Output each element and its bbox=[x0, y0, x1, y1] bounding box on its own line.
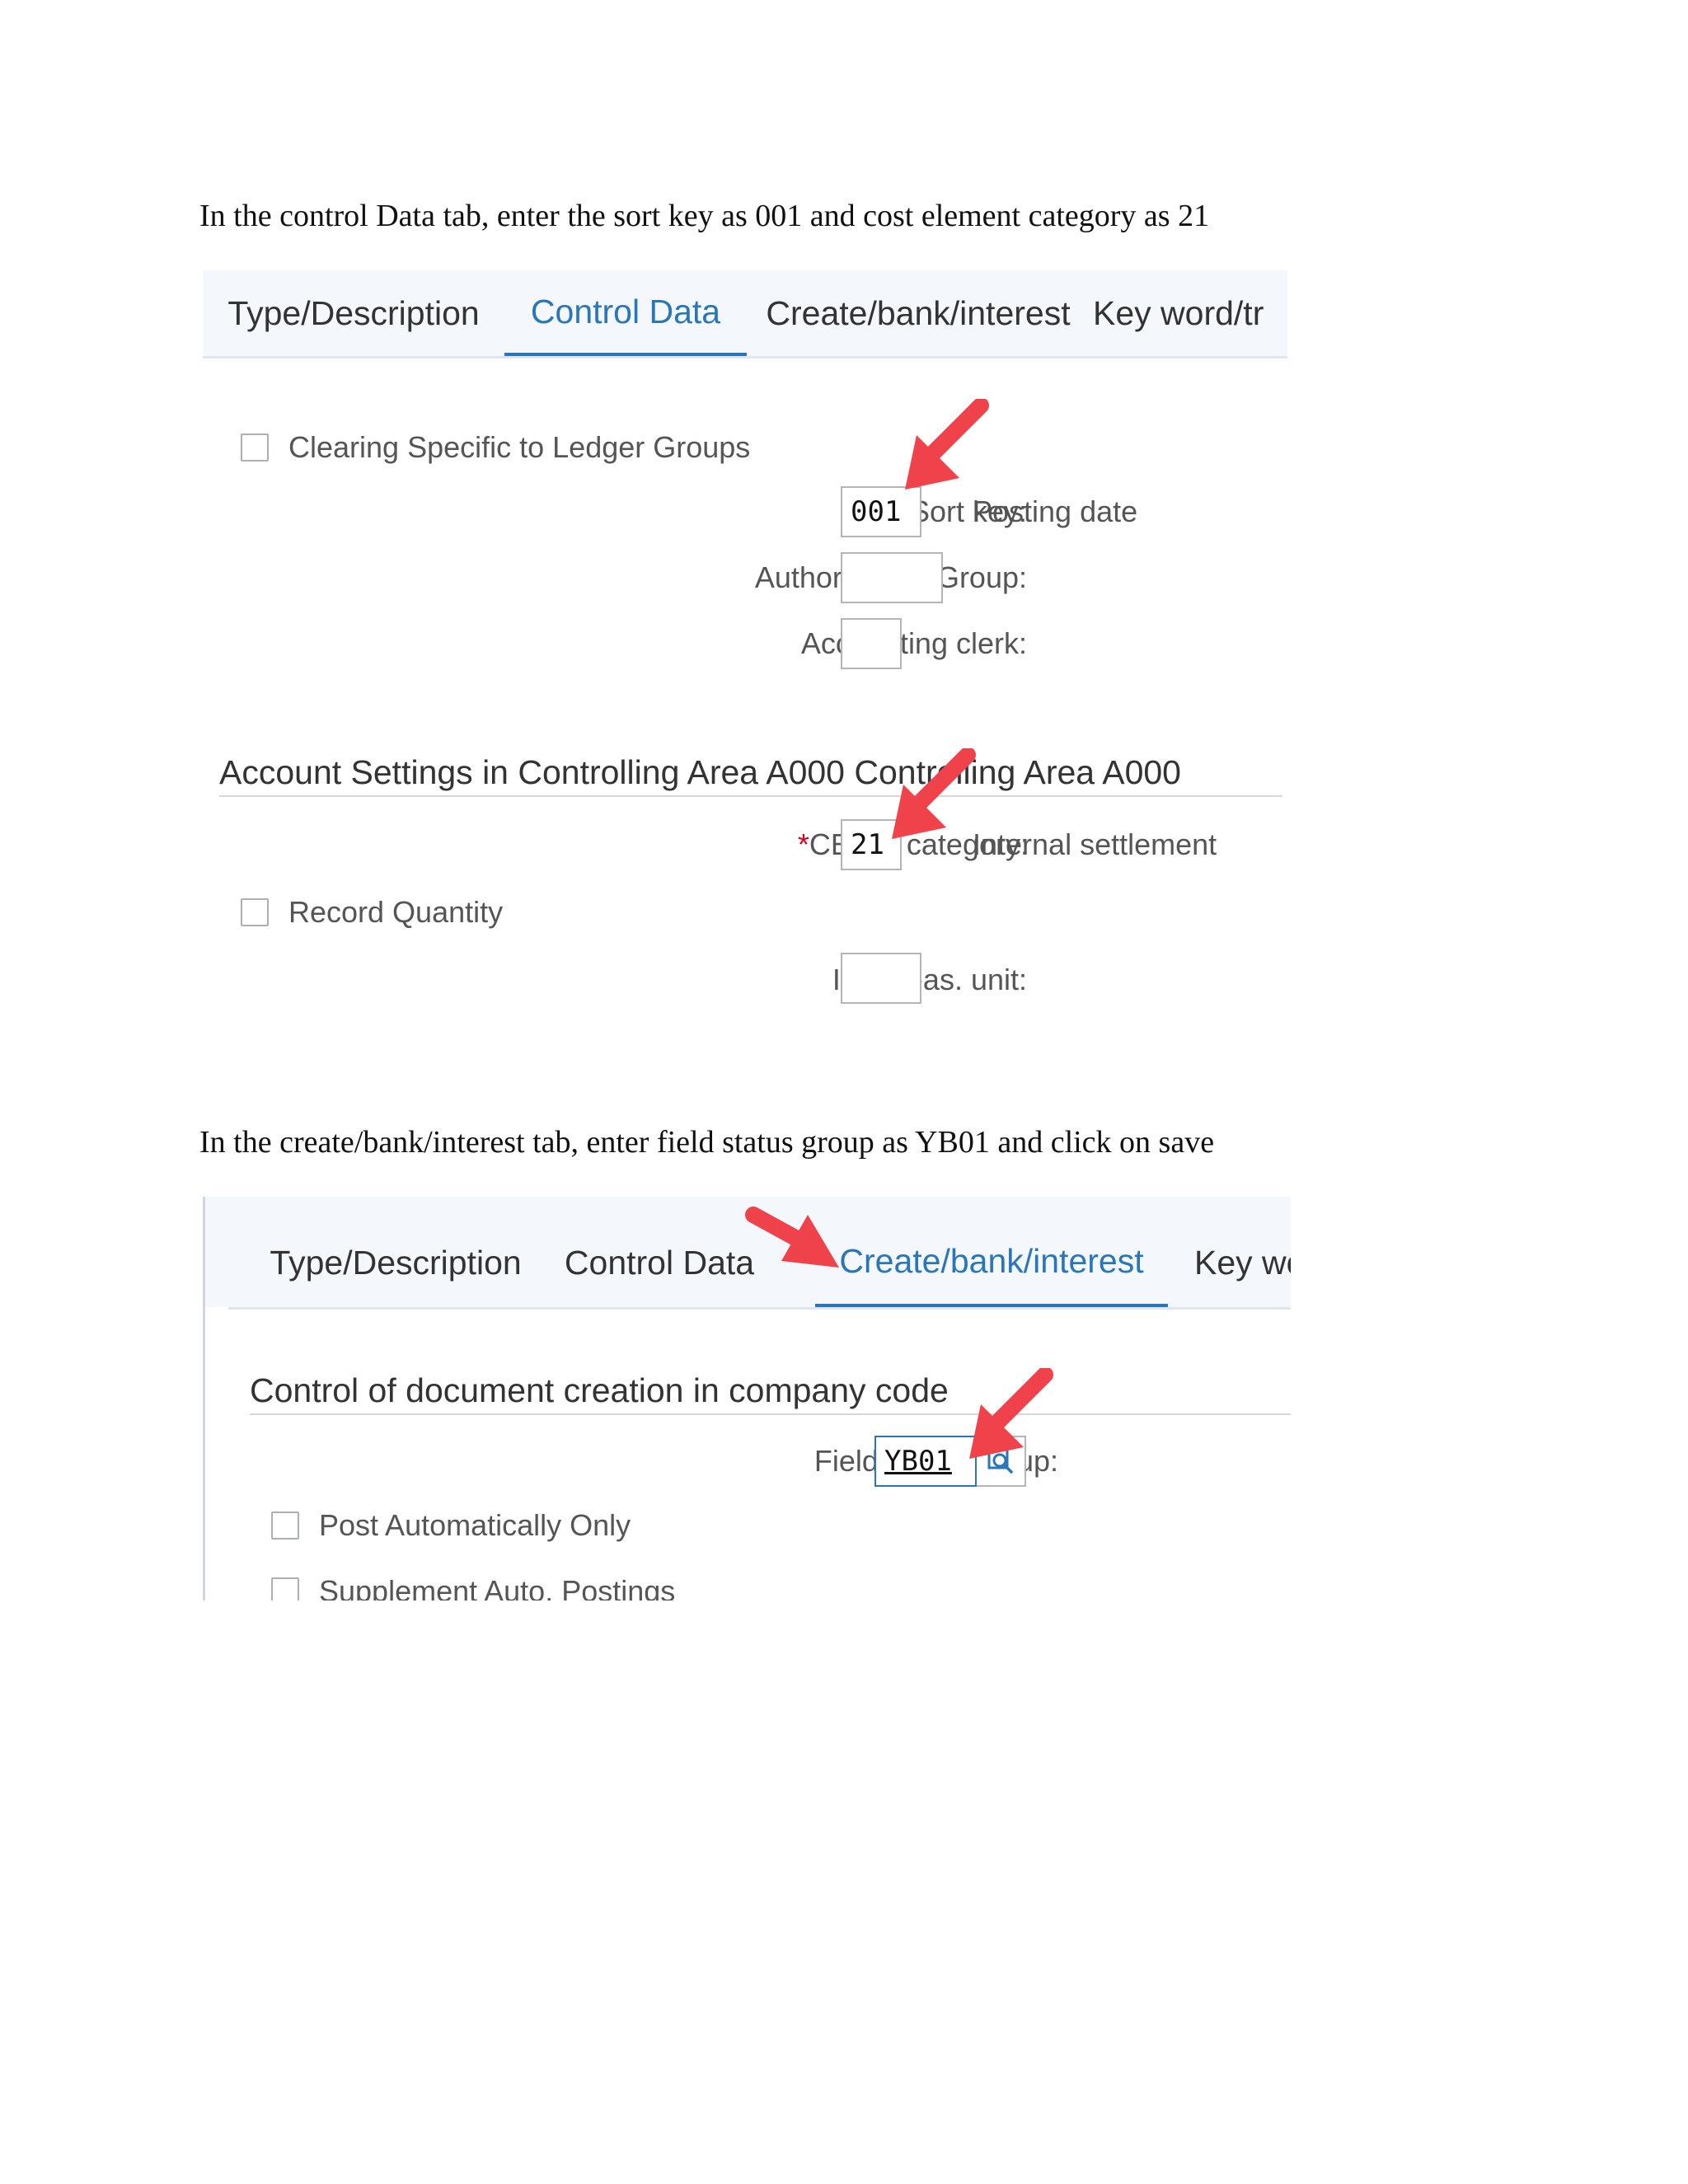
tab-type-description[interactable]: Type/Description bbox=[218, 270, 490, 356]
supplement-auto-label: Supplement Auto. Postings bbox=[319, 1574, 676, 1601]
screenshot-control-data: Type/Description Control Data Create/ban… bbox=[203, 270, 1287, 1012]
tab-control-data[interactable]: Control Data bbox=[540, 1197, 779, 1307]
clearing-specific-row[interactable]: Clearing Specific to Ledger Groups bbox=[241, 430, 750, 465]
sort-key-description: Posting date bbox=[973, 494, 1138, 528]
supplement-auto-checkbox[interactable] bbox=[271, 1577, 299, 1601]
int-meas-unit-input[interactable] bbox=[841, 953, 921, 1004]
clearing-specific-label: Clearing Specific to Ledger Groups bbox=[288, 430, 751, 464]
red-arrow-icon bbox=[905, 399, 989, 490]
tab-create-bank-interest[interactable]: Create/bank/interest bbox=[760, 270, 1076, 356]
red-arrow-icon bbox=[745, 1207, 839, 1268]
post-automatically-checkbox[interactable] bbox=[271, 1511, 299, 1540]
account-settings-title: Account Settings in Controlling Area A00… bbox=[219, 753, 1282, 797]
instruction-2: In the create/bank/interest tab, enter f… bbox=[199, 1125, 1215, 1160]
clearing-specific-checkbox[interactable] bbox=[241, 434, 269, 462]
tab-key-word[interactable]: Key word/tr bbox=[1093, 270, 1287, 356]
accounting-clerk-input[interactable] bbox=[841, 618, 902, 669]
form-panel bbox=[228, 1310, 1291, 1601]
tab-create-bank-interest[interactable]: Create/bank/interest bbox=[815, 1197, 1168, 1307]
tab-key-word[interactable]: Key wo bbox=[1194, 1197, 1291, 1307]
authorization-group-input[interactable] bbox=[841, 552, 943, 603]
celem-category-description: Internal settlement bbox=[973, 827, 1217, 861]
tab-bar: Type/Description Control Data Create/ban… bbox=[203, 270, 1287, 359]
field-status-group-input[interactable]: YB01 bbox=[874, 1436, 977, 1487]
post-automatically-row[interactable]: Post Automatically Only bbox=[271, 1508, 631, 1543]
sort-key-value: 001 bbox=[851, 495, 902, 528]
post-automatically-label: Post Automatically Only bbox=[319, 1508, 631, 1542]
accounting-clerk-label: Accounting clerk: bbox=[800, 626, 1027, 660]
record-quantity-row[interactable]: Record Quantity bbox=[241, 895, 503, 930]
field-status-group-value: YB01 bbox=[884, 1445, 952, 1478]
instruction-1: In the control Data tab, enter the sort … bbox=[199, 199, 1210, 233]
red-arrow-icon bbox=[892, 748, 976, 839]
document-creation-title: Control of document creation in company … bbox=[250, 1371, 1291, 1415]
red-arrow-icon bbox=[969, 1368, 1053, 1459]
tab-type-description[interactable]: Type/Description bbox=[260, 1197, 532, 1307]
record-quantity-checkbox[interactable] bbox=[241, 898, 269, 926]
celem-category-value: 21 bbox=[851, 828, 884, 861]
required-marker: * bbox=[797, 827, 809, 861]
tab-control-data[interactable]: Control Data bbox=[504, 270, 747, 356]
record-quantity-label: Record Quantity bbox=[288, 895, 504, 929]
supplement-auto-row[interactable]: Supplement Auto. Postings bbox=[271, 1574, 675, 1601]
